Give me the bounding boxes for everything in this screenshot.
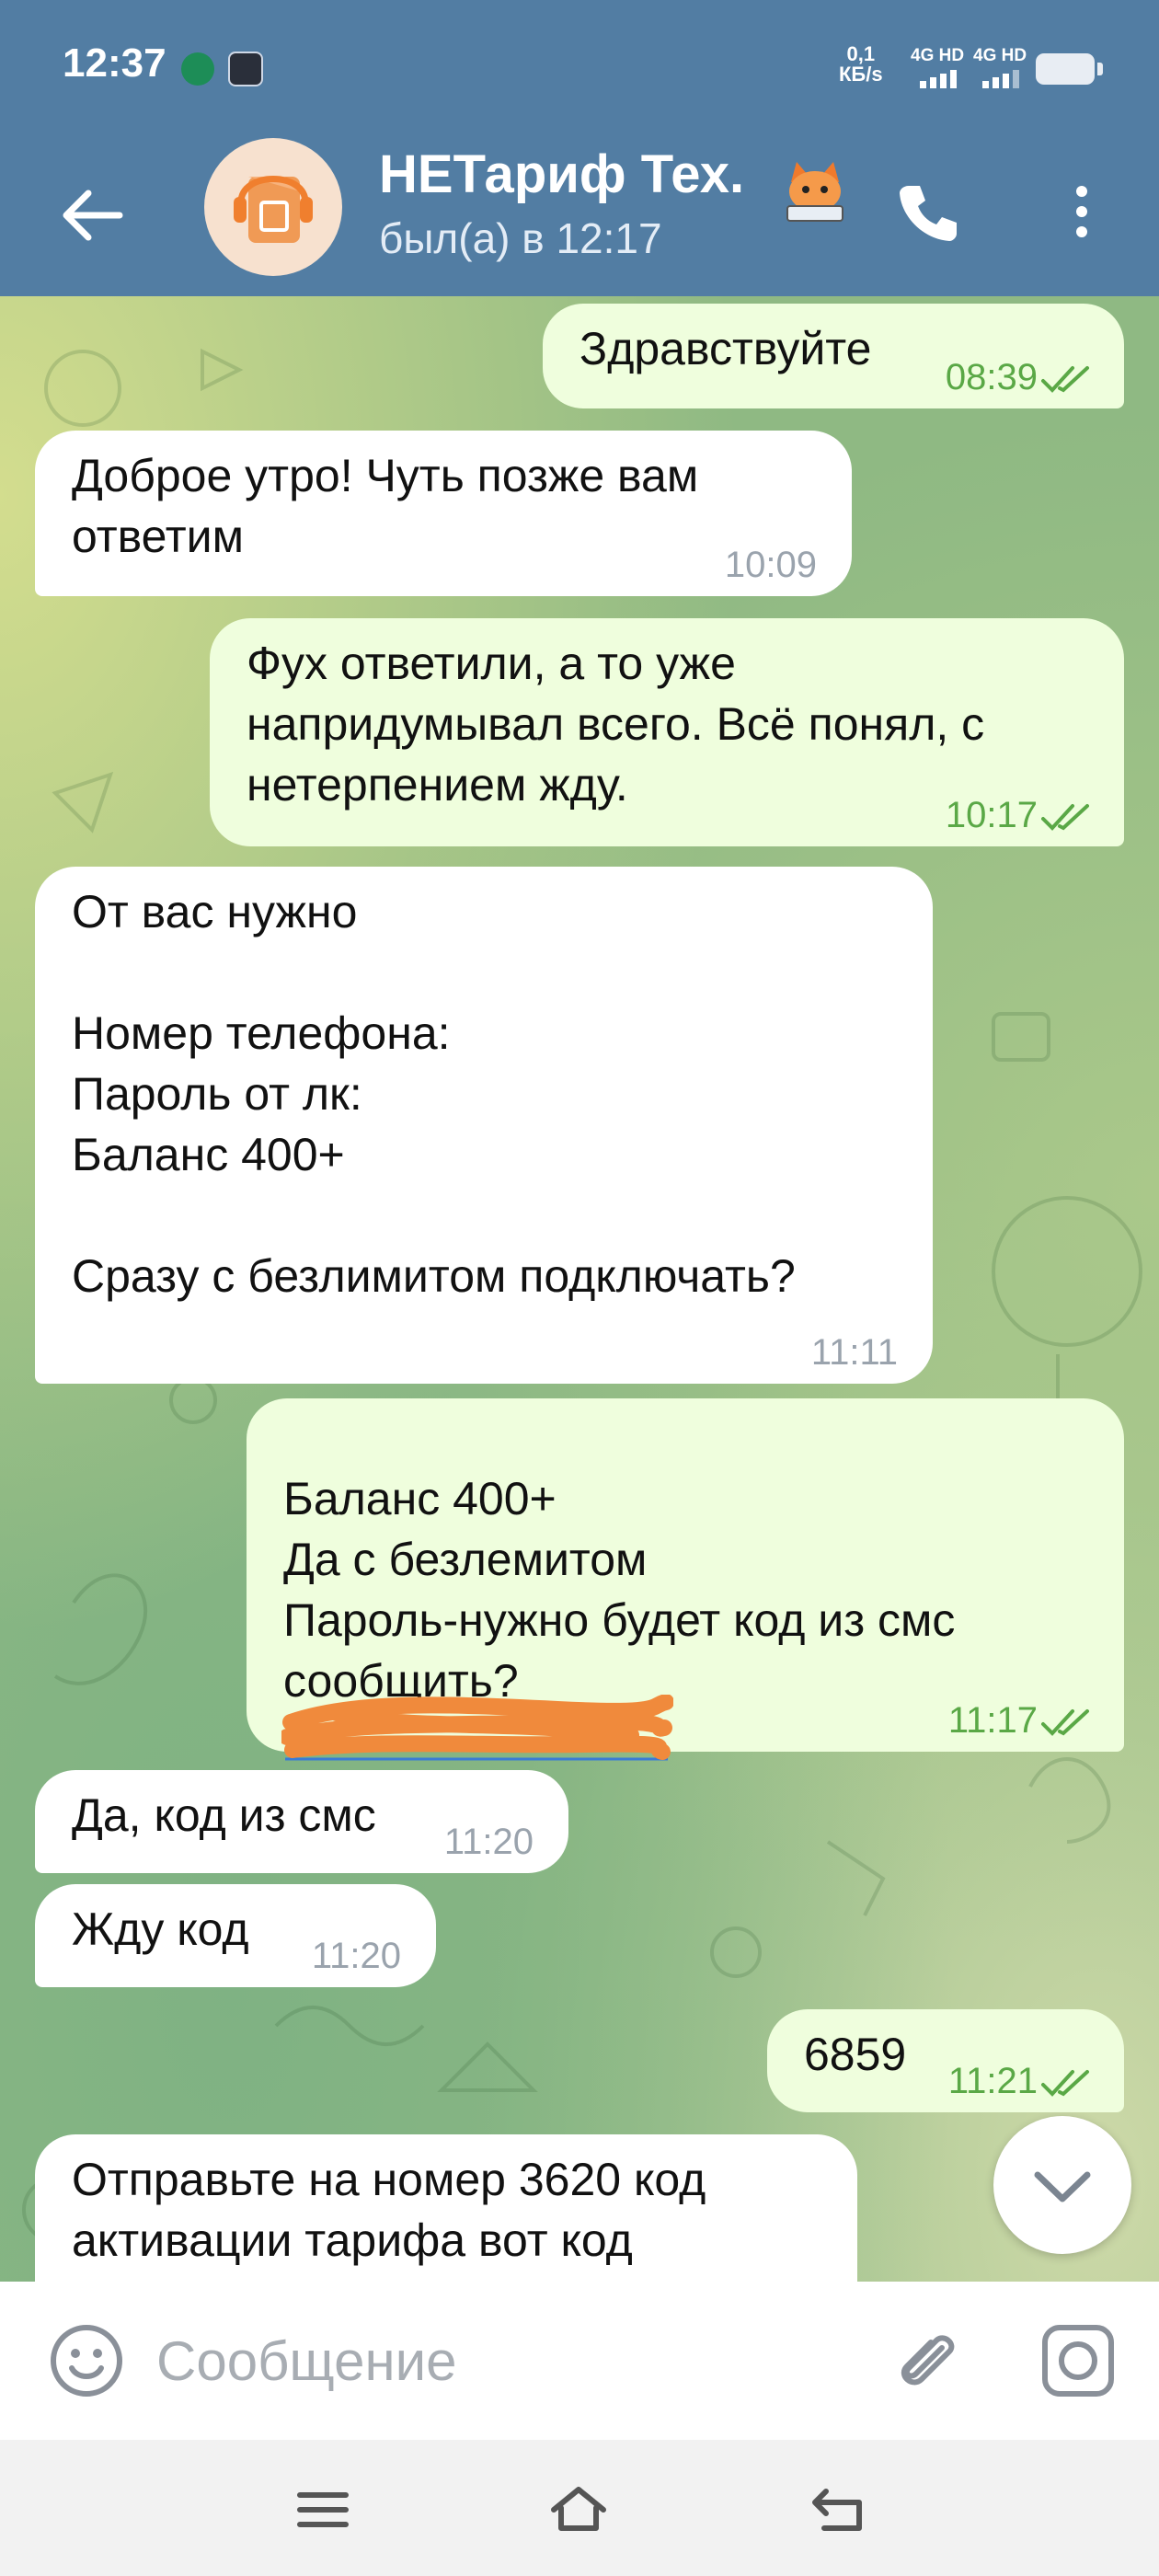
message-time: 11:11 <box>810 1332 898 1373</box>
menu-icon[interactable] <box>291 2480 355 2539</box>
notification-icon <box>181 52 214 86</box>
message-time: 10:09 <box>724 545 817 585</box>
message-incoming[interactable]: Доброе утро! Чуть позже вам ответим 10:0… <box>35 431 852 596</box>
message-text: От вас нужно Номер телефона: Пароль от л… <box>72 886 796 1302</box>
message-text: Отправьте на номер 3620 код активации та… <box>72 2154 706 2266</box>
message-text: Доброе утро! Чуть позже вам ответим <box>72 450 699 562</box>
chat-header: НЕТариф Тех. был(а) в 12:17 <box>0 138 1159 296</box>
status-bar: 12:37 0,1 КБ/s 4G HD 4G HD <box>0 0 1159 138</box>
message-incoming[interactable]: От вас нужно Номер телефона: Пароль от л… <box>35 867 933 1384</box>
network-speed-unit: КБ/s <box>839 63 883 86</box>
avatar[interactable] <box>204 138 342 276</box>
message-text: Фух ответили, а то уже напридумывал всег… <box>247 638 985 811</box>
message-time: 10:17 <box>945 795 1038 835</box>
app-notification-icon <box>228 52 263 86</box>
message-outgoing[interactable]: Фух ответили, а то уже напридумывал всег… <box>210 618 1124 846</box>
signal-icon-2 <box>982 68 1025 88</box>
network-speed-value: 0,1 <box>846 42 876 65</box>
chat-name[interactable]: НЕТариф Тех. <box>379 144 744 205</box>
message-incoming[interactable]: Жду код 11:20 <box>35 1884 436 1987</box>
double-check-icon <box>1041 2070 1089 2097</box>
message-time: 08:39 <box>945 357 1038 397</box>
phone-icon[interactable] <box>890 175 964 248</box>
message-time: 11:17 <box>947 1700 1038 1741</box>
double-check-icon <box>1041 804 1089 831</box>
double-check-icon <box>1041 1709 1089 1736</box>
chevron-down-icon <box>1034 2171 1091 2202</box>
battery-icon <box>1036 53 1103 85</box>
top-bar: 12:37 0,1 КБ/s 4G HD 4G HD НЕТариф Тех. … <box>0 0 1159 296</box>
chat-last-seen: был(а) в 12:17 <box>379 214 662 262</box>
chat-area[interactable]: Здравствуйте 08:39 Доброе утро! Чуть поз… <box>0 296 1159 2282</box>
network-label-2: 4G HD <box>973 46 1027 65</box>
scroll-down-button[interactable] <box>993 2116 1131 2254</box>
status-time: 12:37 <box>63 40 166 86</box>
redaction-scribble <box>281 1695 673 1761</box>
network-label-1: 4G HD <box>911 46 965 65</box>
cat-emoji-icon <box>786 162 843 222</box>
message-time: 11:20 <box>443 1822 534 1862</box>
more-icon[interactable] <box>1058 175 1106 248</box>
message-outgoing[interactable]: 6859 11:21 <box>767 2009 1124 2112</box>
signal-icon <box>920 68 962 88</box>
back-arrow-icon[interactable] <box>55 178 129 252</box>
message-text: Баланс 400+ Да с безлемитом Пароль-нужно… <box>283 1473 956 1707</box>
home-icon[interactable] <box>546 2480 611 2539</box>
message-time: 11:21 <box>947 2061 1038 2101</box>
message-incoming[interactable]: Да, код из смс 11:20 <box>35 1770 568 1873</box>
back-nav-icon[interactable] <box>806 2480 870 2539</box>
message-time: 11:20 <box>311 1936 401 1976</box>
message-input[interactable] <box>155 2318 857 2403</box>
message-outgoing[interactable]: Здравствуйте 08:39 <box>543 304 1124 408</box>
network-speed: 0,1 КБ/s <box>839 44 883 85</box>
message-composer <box>0 2282 1159 2440</box>
paperclip-icon[interactable] <box>889 2322 966 2399</box>
headset-sim-icon <box>234 176 313 243</box>
camera-icon[interactable] <box>1039 2322 1117 2399</box>
double-check-icon <box>1041 366 1089 393</box>
system-navigation-bar <box>0 2440 1159 2576</box>
emoji-icon[interactable] <box>48 2322 125 2399</box>
message-incoming[interactable]: Отправьте на номер 3620 код активации та… <box>35 2134 857 2282</box>
